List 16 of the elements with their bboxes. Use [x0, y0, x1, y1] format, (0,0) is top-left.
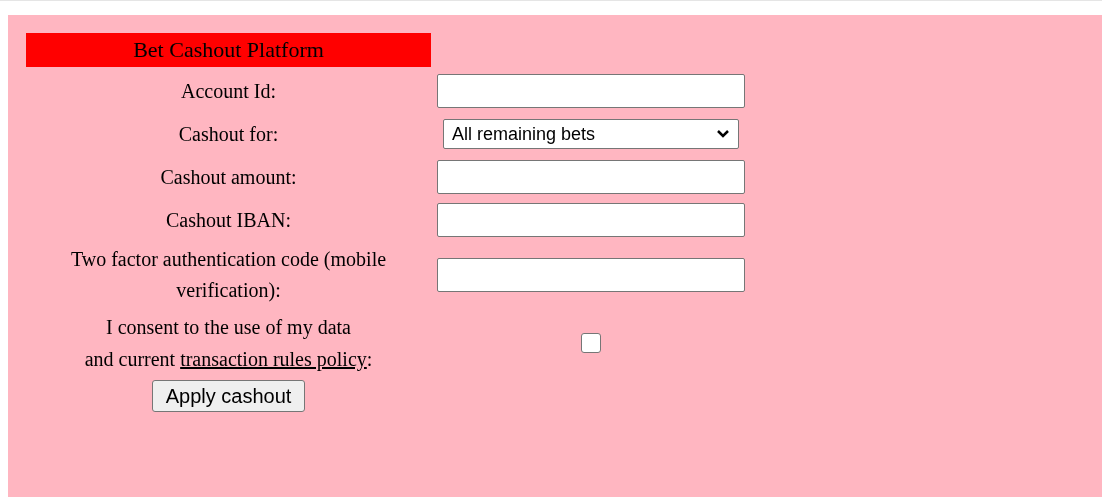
chevron-icon — [716, 129, 730, 139]
apply-cashout-button[interactable]: Apply cashout — [151, 380, 306, 412]
field-label: Two factor authentication code (mobile verification): — [69, 247, 388, 304]
field-label: Cashout for: — [177, 121, 280, 147]
consent-label: I consent to the use of my data and current transaction rules policy: — [84, 315, 373, 373]
consent-checkbox[interactable] — [581, 333, 601, 353]
text-field[interactable] — [437, 160, 745, 194]
field-label: Account Id: — [180, 78, 277, 104]
text-field[interactable] — [437, 203, 745, 237]
page-title: Bet Cashout Platform — [26, 33, 431, 67]
field-label: Cashout amount: — [159, 164, 298, 190]
text-field[interactable] — [437, 258, 745, 292]
dropdown-field[interactable]: All remaining bets — [443, 119, 739, 149]
text-field[interactable] — [437, 74, 745, 108]
field-label: Cashout IBAN: — [165, 207, 292, 233]
policy-link[interactable]: transaction rules policy — [180, 348, 367, 370]
